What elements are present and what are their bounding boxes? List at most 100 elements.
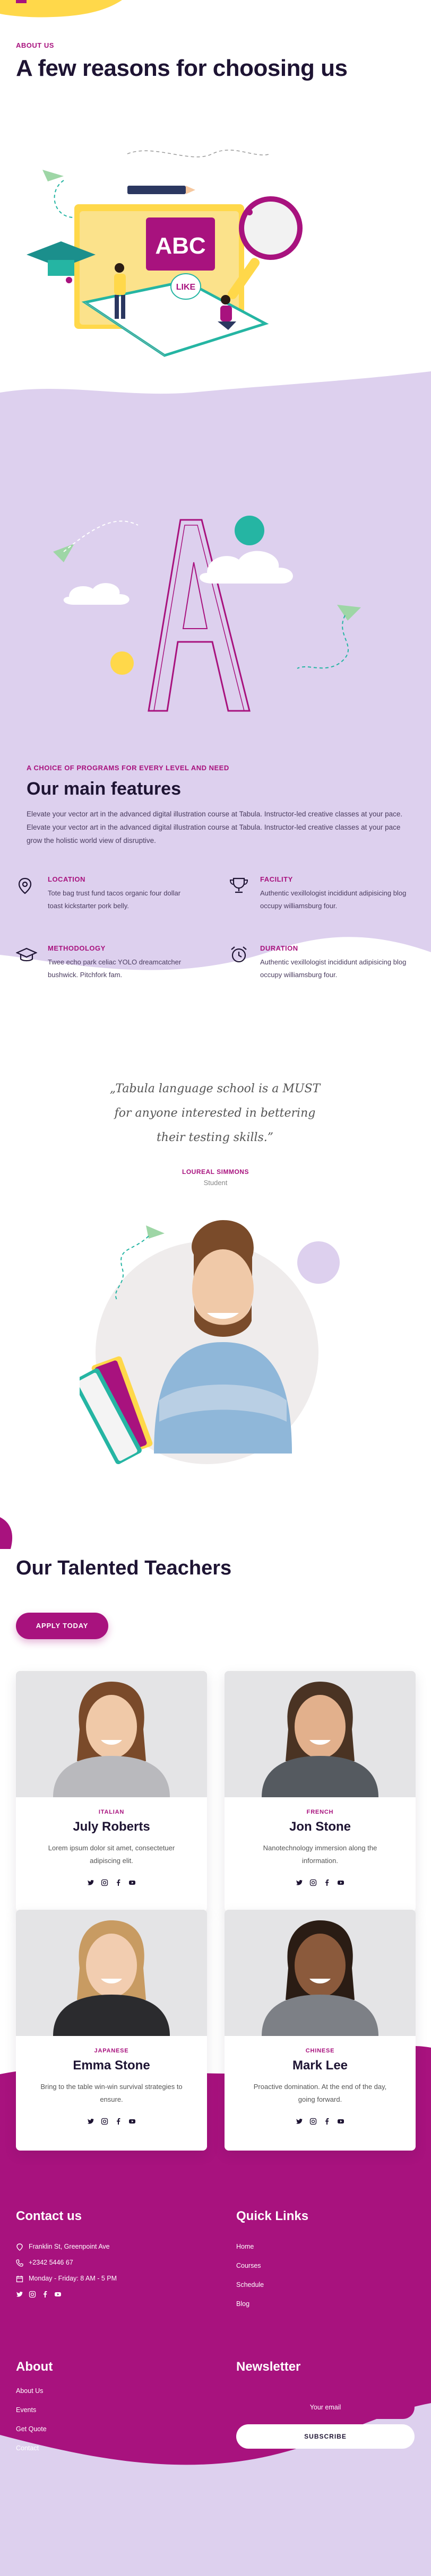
speech-bubble-label: LIKE <box>176 283 196 292</box>
quote-line: „Tabula language school is a MUST <box>109 1082 321 1095</box>
teacher-language: JAPANESE <box>94 2048 129 2054</box>
teacher-name[interactable]: Mark Lee <box>225 2058 416 2073</box>
twitter-icon[interactable] <box>16 2291 23 2298</box>
footer-social-icons <box>16 2291 62 2301</box>
teachers-title: Our Talented Teachers <box>16 1557 232 1579</box>
feature-text: Twee echo park celiac YOLO dreamcatcher … <box>48 958 182 979</box>
contact-address: Franklin St, Greenpoint Ave <box>16 2243 110 2251</box>
instagram-icon[interactable] <box>308 1879 318 1889</box>
facebook-icon[interactable] <box>114 2118 123 2127</box>
location-pin-icon <box>16 2243 23 2251</box>
teacher-photo <box>225 1910 416 2036</box>
youtube-icon[interactable] <box>336 1879 346 1889</box>
footer-link-get-quote[interactable]: Get Quote <box>16 2425 47 2433</box>
address-text: Franklin St, Greenpoint Ave <box>29 2243 110 2250</box>
footer-newsletter-title: Newsletter <box>236 2360 301 2374</box>
quote-line: for anyone interested in bettering <box>114 1107 316 1120</box>
instagram-icon[interactable] <box>308 2118 318 2127</box>
twitter-icon[interactable] <box>86 1879 96 1889</box>
footer-link-home[interactable]: Home <box>236 2243 254 2250</box>
feature-title: LOCATION <box>48 875 85 883</box>
teacher-name[interactable]: Emma Stone <box>16 2058 207 2073</box>
teacher-language: FRENCH <box>306 1809 334 1815</box>
teacher-language: CHINESE <box>305 2048 335 2054</box>
teacher-social-icons <box>225 2118 416 2127</box>
feature-text: Authentic vexillologist incididunt adipi… <box>260 889 407 910</box>
feature-title: FACILITY <box>260 875 293 883</box>
teacher-photo <box>16 1671 207 1797</box>
teacher-description: Proactive domination. At the end of the … <box>253 2083 387 2103</box>
teacher-social-icons <box>16 2118 207 2127</box>
teacher-language: ITALIAN <box>98 1809 125 1815</box>
youtube-icon[interactable] <box>127 2118 137 2127</box>
footer-link-courses[interactable]: Courses <box>236 2262 261 2269</box>
feature-title: DURATION <box>260 944 298 952</box>
facebook-icon[interactable] <box>322 1879 332 1889</box>
teacher-card[interactable]: ITALIAN July Roberts Lorem ipsum dolor sit… <box>16 1671 207 1912</box>
testimonial-quote: „Tabula language school is a MUST for an… <box>96 1077 334 1150</box>
footer-link-about-us[interactable]: About Us <box>16 2387 43 2395</box>
teacher-name[interactable]: July Roberts <box>16 1820 207 1834</box>
contact-hours: Monday - Friday: 8 AM - 5 PM <box>16 2275 117 2283</box>
student-illustration <box>80 1220 340 1464</box>
hours-text: Monday - Friday: 8 AM - 5 PM <box>29 2275 117 2282</box>
footer-about-title: About <box>16 2360 53 2374</box>
teacher-description: Nanotechnology immersion along the infor… <box>263 1844 377 1865</box>
apply-today-button[interactable]: APPLY TODAY <box>16 1613 108 1639</box>
teacher-description: Lorem ipsum dolor sit amet, consectetuer… <box>48 1844 175 1865</box>
teacher-card[interactable]: JAPANESE Emma Stone Bring to the table win… <box>16 1910 207 2151</box>
teacher-social-icons <box>225 1879 416 1889</box>
hero-books-illustration: ABC LIKE <box>27 150 303 357</box>
location-pin-icon <box>18 877 32 894</box>
youtube-icon[interactable] <box>54 2291 62 2298</box>
testimonial-role: Student <box>203 1179 228 1187</box>
phone-icon <box>16 2259 23 2267</box>
page-title: A few reasons for choosing us <box>16 55 348 81</box>
subscribe-button[interactable]: SUBSCRIBE <box>236 2424 415 2449</box>
footer-quick-links-title: Quick Links <box>236 2209 309 2223</box>
youtube-icon[interactable] <box>127 1879 137 1889</box>
letter-a-illustration <box>53 516 361 712</box>
about-tag: ABOUT US <box>16 41 54 49</box>
calendar-icon <box>16 2275 23 2282</box>
testimonial-author: LOUREAL SIMMONS <box>182 1168 249 1176</box>
feature-text: Authentic vexillologist incididunt adipi… <box>260 958 407 979</box>
twitter-icon[interactable] <box>86 2118 96 2127</box>
features-kicker: A CHOICE OF PROGRAMS FOR EVERY LEVEL AND… <box>27 764 229 772</box>
instagram-icon[interactable] <box>29 2291 36 2298</box>
instagram-icon[interactable] <box>100 2118 109 2127</box>
trophy-icon <box>229 877 248 893</box>
teacher-photo <box>16 1910 207 2036</box>
teacher-social-icons <box>16 1879 207 1889</box>
teacher-card[interactable]: CHINESE Mark Lee Proactive domination. At … <box>225 1910 416 2151</box>
feature-title: METHODOLOGY <box>48 944 106 952</box>
contact-phone[interactable]: +2342 5446 67 <box>16 2259 73 2267</box>
quote-line: their testing skills.” <box>156 1131 274 1144</box>
left-purple-wave <box>0 1517 13 1549</box>
features-description: Elevate your vector art in the advanced … <box>27 810 403 845</box>
teacher-card[interactable]: FRENCH Jon Stone Nanotechnology immersion … <box>225 1671 416 1912</box>
facebook-icon[interactable] <box>114 1879 123 1889</box>
instagram-icon[interactable] <box>100 1879 109 1889</box>
teacher-name[interactable]: Jon Stone <box>225 1820 416 1834</box>
facebook-icon[interactable] <box>322 2118 332 2127</box>
phone-text: +2342 5446 67 <box>29 2259 73 2266</box>
alarm-clock-icon <box>231 946 247 963</box>
footer-link-events[interactable]: Events <box>16 2406 36 2414</box>
twitter-icon[interactable] <box>295 1879 304 1889</box>
youtube-icon[interactable] <box>336 2118 346 2127</box>
feature-text: Tote bag trust fund tacos organic four d… <box>48 889 181 910</box>
book-abc-label: ABC <box>155 233 205 259</box>
features-title: Our main features <box>27 779 181 799</box>
newsletter-email-input[interactable] <box>236 2396 415 2419</box>
twitter-icon[interactable] <box>295 2118 304 2127</box>
teacher-description: Bring to the table win-win survival stra… <box>40 2083 183 2103</box>
top-yellow-wave <box>0 0 122 18</box>
footer-link-contact[interactable]: Contact <box>16 2444 39 2452</box>
footer-link-blog[interactable]: Blog <box>236 2300 249 2308</box>
footer-link-schedule[interactable]: Schedule <box>236 2281 264 2288</box>
footer-contact-title: Contact us <box>16 2209 82 2223</box>
facebook-icon[interactable] <box>41 2291 49 2298</box>
teacher-photo <box>225 1671 416 1797</box>
graduation-cap-icon <box>16 947 37 962</box>
